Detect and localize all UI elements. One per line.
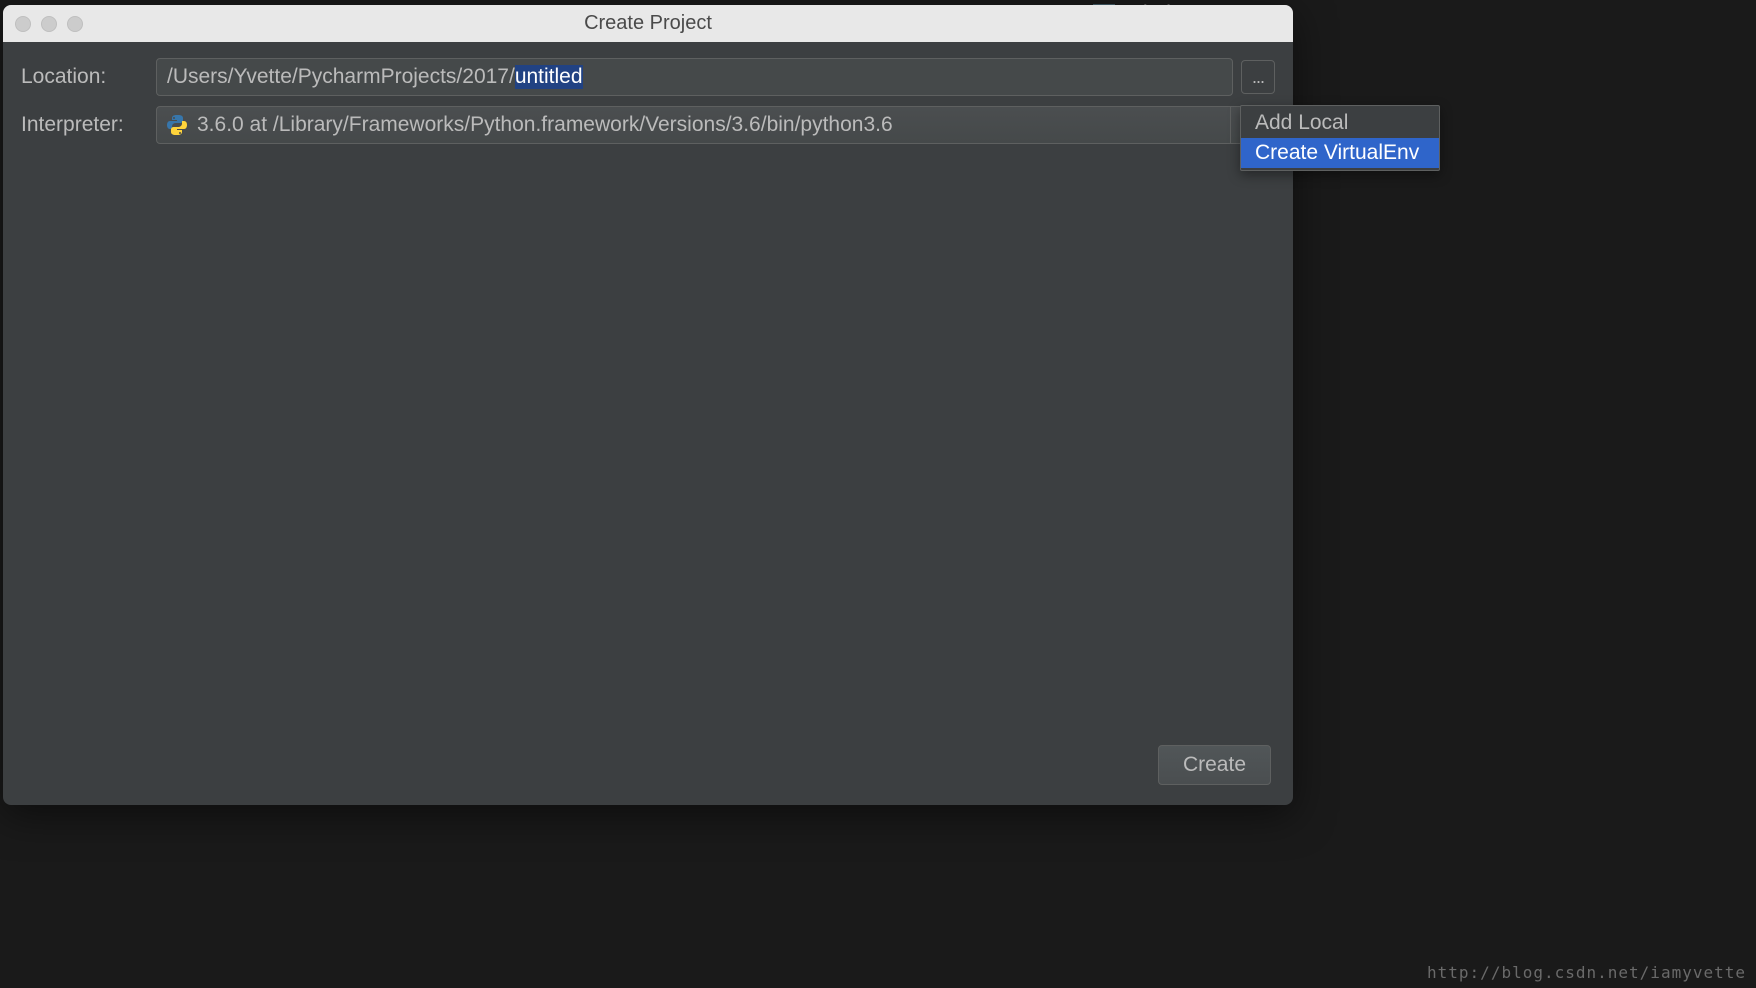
popup-add-local[interactable]: Add Local — [1241, 108, 1439, 138]
interpreter-value: 3.6.0 at /Library/Frameworks/Python.fram… — [197, 113, 1230, 137]
create-button-label: Create — [1183, 753, 1246, 777]
dialog-body: Location: /Users/Yvette/PycharmProjects/… — [3, 42, 1293, 805]
minimize-icon[interactable] — [41, 16, 57, 32]
dialog-title: Create Project — [584, 12, 712, 35]
popup-item-label: Add Local — [1255, 111, 1348, 134]
maximize-icon[interactable] — [67, 16, 83, 32]
create-button[interactable]: Create — [1158, 745, 1271, 785]
location-path-selected: untitled — [515, 65, 583, 89]
location-row: Location: /Users/Yvette/PycharmProjects/… — [21, 58, 1275, 96]
close-icon[interactable] — [15, 16, 31, 32]
ellipsis-icon: ... — [1252, 67, 1264, 88]
title-bar: Create Project — [3, 5, 1293, 42]
popup-item-label: Create VirtualEnv — [1255, 141, 1419, 164]
interpreter-row: Interpreter: 3.6.0 at /Library/Framework… — [21, 106, 1275, 144]
location-input[interactable]: /Users/Yvette/PycharmProjects/2017/untit… — [156, 58, 1233, 96]
python-icon — [165, 113, 189, 137]
create-project-dialog: Create Project Location: /Users/Yvette/P… — [3, 5, 1293, 805]
watermark: http://blog.csdn.net/iamyvette — [1427, 963, 1746, 982]
interpreter-options-popup: Add Local Create VirtualEnv — [1240, 105, 1440, 171]
interpreter-select[interactable]: 3.6.0 at /Library/Frameworks/Python.fram… — [156, 106, 1275, 144]
interpreter-label: Interpreter: — [21, 113, 156, 137]
browse-location-button[interactable]: ... — [1241, 60, 1275, 94]
location-label: Location: — [21, 65, 156, 89]
popup-create-virtualenv[interactable]: Create VirtualEnv — [1241, 138, 1439, 168]
location-path-prefix: /Users/Yvette/PycharmProjects/2017/ — [167, 65, 515, 89]
traffic-lights — [3, 16, 83, 32]
